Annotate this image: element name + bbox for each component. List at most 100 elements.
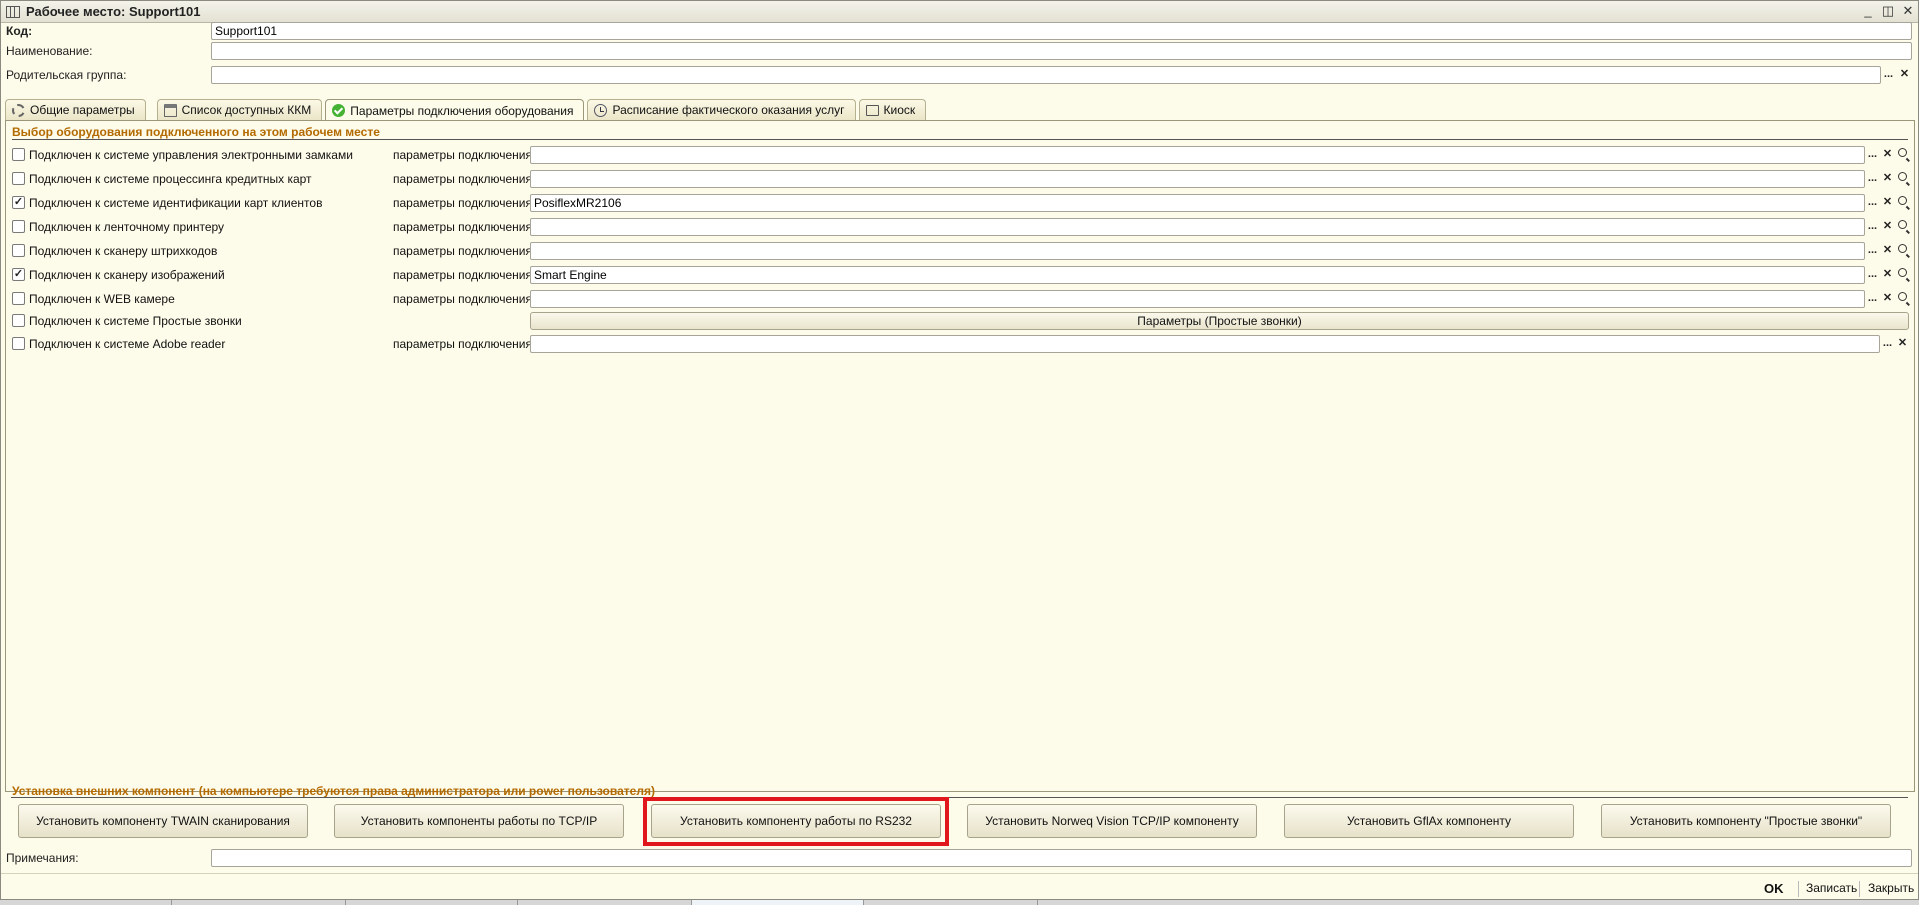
code-field[interactable]: Support101: [211, 22, 1912, 40]
simple-calls-checkbox[interactable]: [12, 314, 25, 327]
section-components-title: Установка внешних компонент (на компьюте…: [12, 784, 655, 798]
simple-calls-params-button[interactable]: Параметры (Простые звонки): [530, 312, 1909, 330]
minimize-button[interactable]: _: [1860, 3, 1876, 19]
notes-field[interactable]: [211, 849, 1912, 867]
taskbar-item[interactable]: [0, 900, 172, 905]
barcode-checkbox[interactable]: [12, 244, 25, 257]
name-field[interactable]: [211, 42, 1912, 60]
cards-params-field[interactable]: [530, 170, 1865, 188]
taskbar-item[interactable]: [346, 900, 518, 905]
code-row: Код: Support101: [1, 20, 1918, 42]
locks-clear-icon[interactable]: ✕: [1880, 146, 1895, 164]
tape-printer-search-icon[interactable]: [1895, 218, 1910, 236]
parent-group-clear-icon[interactable]: ✕: [1897, 66, 1912, 84]
barcode-search-icon[interactable]: [1895, 242, 1910, 260]
save-button[interactable]: Записать: [1806, 881, 1857, 895]
parent-group-row: Родительская группа: ... ✕: [1, 64, 1918, 86]
webcam-checkbox[interactable]: [12, 292, 25, 305]
adobe-select-button[interactable]: ...: [1880, 335, 1895, 353]
install-simple-calls-button[interactable]: Установить компоненту "Простые звонки": [1601, 804, 1891, 838]
cards-select-button[interactable]: ...: [1865, 170, 1880, 188]
gear-icon: [12, 103, 25, 117]
param-label: параметры подключения:: [393, 172, 536, 186]
equipment-row-adobe: Подключен к системе Adobe reader парамет…: [6, 334, 1914, 354]
equipment-row-barcode: Подключен к сканеру штрихкодов параметры…: [6, 241, 1914, 261]
webcam-params-field[interactable]: [530, 290, 1865, 308]
form-icon: [6, 5, 20, 18]
image-scanner-params-field[interactable]: Smart Engine: [530, 266, 1865, 284]
equipment-row-webcam: Подключен к WEB камере параметры подключ…: [6, 289, 1914, 309]
client-id-checkbox[interactable]: ✓: [12, 196, 25, 209]
cards-checkbox[interactable]: [12, 172, 25, 185]
barcode-params-field[interactable]: [530, 242, 1865, 260]
taskbar-item[interactable]: [864, 900, 1038, 905]
equipment-row-locks: Подключен к системе управления электронн…: [6, 145, 1914, 165]
client-id-params-field[interactable]: PosiflexMR2106: [530, 194, 1865, 212]
webcam-select-button[interactable]: ...: [1865, 290, 1880, 308]
tab-general[interactable]: Общие параметры: [5, 99, 146, 120]
ok-button[interactable]: OK: [1764, 881, 1784, 896]
locks-select-button[interactable]: ...: [1865, 146, 1880, 164]
name-row: Наименование:: [1, 40, 1918, 62]
tape-printer-checkbox[interactable]: [12, 220, 25, 233]
close-button[interactable]: Закрыть: [1868, 881, 1914, 895]
tape-printer-params-field[interactable]: [530, 218, 1865, 236]
image-scanner-search-icon[interactable]: [1895, 266, 1910, 284]
code-label: Код:: [6, 24, 33, 38]
webcam-clear-icon[interactable]: ✕: [1880, 290, 1895, 308]
taskbar-item[interactable]: [172, 900, 346, 905]
image-scanner-select-button[interactable]: ...: [1865, 266, 1880, 284]
tab-kiosk-label: Киоск: [883, 103, 916, 117]
notes-label: Примечания:: [6, 851, 79, 865]
install-gflax-button[interactable]: Установить GflAx компоненту: [1284, 804, 1574, 838]
param-label: параметры подключения:: [393, 244, 536, 258]
cards-search-icon[interactable]: [1895, 170, 1910, 188]
taskbar-item[interactable]: [518, 900, 692, 905]
taskbar-item-active[interactable]: [692, 900, 864, 905]
client-id-search-icon[interactable]: [1895, 194, 1910, 212]
install-tcpip-button[interactable]: Установить компоненты работы по TCP/IP: [334, 804, 624, 838]
adobe-params-field[interactable]: [530, 335, 1880, 353]
locks-params-field[interactable]: [530, 146, 1865, 164]
client-id-select-button[interactable]: ...: [1865, 194, 1880, 212]
tab-kkm-list-label: Список доступных ККМ: [181, 103, 312, 117]
parent-group-label: Родительская группа:: [6, 68, 127, 82]
image-scanner-clear-icon[interactable]: ✕: [1880, 266, 1895, 284]
adobe-checkbox[interactable]: [12, 337, 25, 350]
equipment-row-simple-calls: Подключен к системе Простые звонки Парам…: [6, 311, 1914, 331]
locks-search-icon[interactable]: [1895, 146, 1910, 164]
param-label: параметры подключения:: [393, 148, 536, 162]
install-norweq-button[interactable]: Установить Norweq Vision TCP/IP компонен…: [967, 804, 1257, 838]
tab-kiosk[interactable]: Киоск: [858, 99, 927, 120]
cards-clear-icon[interactable]: ✕: [1880, 170, 1895, 188]
adobe-label: Подключен к системе Adobe reader: [29, 337, 226, 351]
barcode-clear-icon[interactable]: ✕: [1880, 242, 1895, 260]
webcam-label: Подключен к WEB камере: [29, 292, 175, 306]
tab-schedule[interactable]: Расписание фактического оказания услуг: [587, 99, 856, 120]
adobe-clear-icon[interactable]: ✕: [1895, 335, 1910, 353]
webcam-search-icon[interactable]: [1895, 290, 1910, 308]
footer-divider: [1859, 881, 1860, 897]
install-twain-button[interactable]: Установить компоненту TWAIN сканирования: [18, 804, 308, 838]
parent-group-field[interactable]: [211, 66, 1881, 84]
equipment-row-tape-printer: Подключен к ленточному принтеру параметр…: [6, 217, 1914, 237]
section-equipment-title: Выбор оборудования подключенного на этом…: [12, 125, 380, 139]
tab-equipment[interactable]: Параметры подключения оборудования: [325, 99, 585, 121]
client-id-clear-icon[interactable]: ✕: [1880, 194, 1895, 212]
close-window-button[interactable]: ✕: [1900, 3, 1916, 19]
taskbar-strip: [0, 900, 1919, 905]
restore-button[interactable]: ◫: [1880, 3, 1896, 19]
monitor-icon: [865, 104, 879, 116]
tape-printer-select-button[interactable]: ...: [1865, 218, 1880, 236]
parent-group-select-button[interactable]: ...: [1881, 66, 1896, 84]
tape-printer-clear-icon[interactable]: ✕: [1880, 218, 1895, 236]
tab-kkm-list[interactable]: Список доступных ККМ: [156, 99, 323, 120]
image-scanner-checkbox[interactable]: ✓: [12, 268, 25, 281]
barcode-select-button[interactable]: ...: [1865, 242, 1880, 260]
locks-checkbox[interactable]: [12, 148, 25, 161]
param-label: параметры подключения:: [393, 337, 536, 351]
equipment-row-cards: Подключен к системе процессинга кредитны…: [6, 169, 1914, 189]
simple-calls-label: Подключен к системе Простые звонки: [29, 314, 242, 328]
equipment-panel: Выбор оборудования подключенного на этом…: [5, 120, 1915, 798]
workplace-window: Рабочее место: Support101 _ ◫ ✕ Код: Sup…: [0, 0, 1919, 900]
